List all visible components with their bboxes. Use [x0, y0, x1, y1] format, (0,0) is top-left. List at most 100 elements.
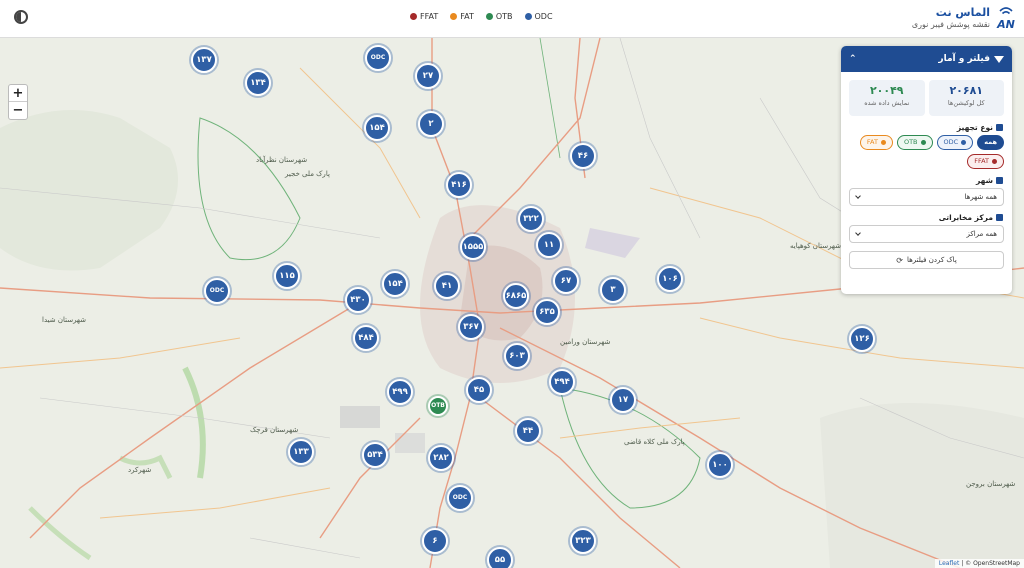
- cluster-marker[interactable]: ۴۵: [466, 377, 492, 403]
- stat-total: ۲۰۶۸۱ کل لوکیشن‌ها: [928, 80, 1004, 116]
- cluster-marker[interactable]: ۶۷: [553, 268, 579, 294]
- chip-fat[interactable]: FAT: [859, 135, 893, 150]
- cluster-marker[interactable]: ۴۱۶: [446, 172, 472, 198]
- filter-panel-title: فیلتر و آمار: [938, 54, 990, 64]
- chip-all[interactable]: همه: [977, 135, 1004, 150]
- chip-odc-label: ODC: [943, 138, 959, 146]
- cluster-marker[interactable]: ۱۰۰: [707, 452, 733, 478]
- leaflet-link[interactable]: Leaflet: [939, 560, 959, 567]
- center-title: مرکز مخابراتی: [841, 206, 1012, 225]
- cluster-marker[interactable]: ۶: [422, 528, 448, 554]
- otb-marker[interactable]: OTB: [428, 396, 448, 416]
- cluster-marker[interactable]: ۴۳۰: [345, 287, 371, 313]
- legend-odc-dot: [524, 13, 532, 20]
- osm-attribution: | © OpenStreetMap: [961, 560, 1020, 567]
- cluster-marker[interactable]: ۴۱: [434, 273, 460, 299]
- chip-ffat-label: FFAT: [974, 157, 989, 165]
- cluster-marker[interactable]: ۲۸۲: [428, 445, 454, 471]
- tower-icon: [996, 214, 1003, 221]
- cluster-marker[interactable]: ۱۳۳: [288, 439, 314, 465]
- place-label: شهرستان بروجن: [966, 480, 1016, 488]
- cluster-marker[interactable]: ۵۵: [487, 547, 513, 568]
- place-label: شهرستان نظرآباد: [256, 156, 308, 164]
- tag-icon: [996, 124, 1003, 131]
- logo-icon: AN: [994, 4, 1018, 32]
- chip-otb-label: OTB: [903, 138, 918, 146]
- legend-fat: FAT: [450, 12, 474, 21]
- stat-shown: ۲۰۰۴۹ نمایش داده شده: [849, 80, 925, 116]
- cluster-marker[interactable]: ۴۶: [570, 143, 596, 169]
- cluster-marker[interactable]: ۱۲۶: [849, 326, 875, 352]
- cluster-marker[interactable]: ۴۸۴: [353, 325, 379, 351]
- chevron-down-icon: [855, 193, 861, 199]
- cluster-marker[interactable]: ۶۸۶۵: [503, 283, 529, 309]
- city-select[interactable]: همه شهرها: [849, 188, 1004, 206]
- cluster-marker[interactable]: ۲۷: [415, 63, 441, 89]
- cluster-marker[interactable]: ۲: [418, 111, 444, 137]
- cluster-marker[interactable]: ۴۹۴: [549, 369, 575, 395]
- app-name: الماس نت: [935, 6, 990, 19]
- chip-odc-dot: [961, 140, 967, 145]
- cluster-marker[interactable]: ۱۱۵: [274, 263, 300, 289]
- clear-filters-label: پاک کردن فیلترها: [906, 256, 957, 264]
- cluster-marker[interactable]: ۳: [600, 277, 626, 303]
- city-select-value: همه شهرها: [964, 193, 998, 201]
- cluster-marker[interactable]: ۱۵۴: [364, 115, 390, 141]
- chip-odc[interactable]: ODC: [936, 135, 974, 150]
- city-title: شهر: [841, 169, 1012, 188]
- map-attribution: Leaflet | © OpenStreetMap: [934, 559, 1024, 568]
- brand: الماس نت نقشه پوشش فیبر نوری AN: [912, 4, 1018, 32]
- stats-row: ۲۰۶۸۱ کل لوکیشن‌ها ۲۰۰۴۹ نمایش داده شده: [841, 72, 1012, 116]
- legend-otb-label: OTB: [495, 12, 513, 21]
- zoom-control: + −: [8, 84, 28, 120]
- cluster-marker[interactable]: ۴۴: [515, 418, 541, 444]
- chip-ffat-dot: [992, 159, 997, 164]
- cluster-marker[interactable]: ۱۳۷: [191, 47, 217, 73]
- cluster-marker[interactable]: ۱۱: [536, 232, 562, 258]
- equipment-title: نوع تجهیز: [841, 116, 1012, 135]
- cluster-marker[interactable]: ۳۲۳: [570, 528, 596, 554]
- cluster-marker[interactable]: ۶۰۳: [504, 343, 530, 369]
- place-label: شهرکرد: [128, 466, 152, 474]
- cluster-marker[interactable]: ۱۳۴: [245, 70, 271, 96]
- clear-filters-button[interactable]: پاک کردن فیلترها ⟳: [849, 251, 1004, 269]
- cluster-marker[interactable]: ۴۹۹: [387, 379, 413, 405]
- place-label: شهرستان شیدا: [42, 316, 87, 324]
- chip-otb-dot: [920, 140, 926, 145]
- cluster-marker[interactable]: ۱۵۵۵: [460, 234, 486, 260]
- odc-marker[interactable]: ODC: [447, 485, 473, 511]
- building-icon: [996, 177, 1003, 184]
- collapse-chevron-icon[interactable]: ⌃: [849, 54, 857, 64]
- legend-otb: OTB: [485, 12, 513, 21]
- cluster-marker[interactable]: ۳۲۲: [518, 206, 544, 232]
- center-title-text: مرکز مخابراتی: [938, 213, 993, 222]
- legend-ffat-label: FFAT: [420, 12, 439, 21]
- theme-toggle-icon[interactable]: [14, 10, 28, 24]
- cluster-marker[interactable]: ۱۷: [610, 387, 636, 413]
- legend-ffat: FFAT: [410, 12, 438, 21]
- odc-marker[interactable]: ODC: [365, 45, 391, 71]
- legend-fat-label: FAT: [460, 12, 474, 21]
- legend-odc-label: ODC: [534, 12, 553, 21]
- cluster-marker[interactable]: ۶۳۵: [534, 299, 560, 325]
- center-select-value: همه مراکز: [966, 230, 997, 238]
- legend-ffat-dot: [410, 13, 417, 20]
- app-subtitle: نقشه پوشش فیبر نوری: [911, 20, 990, 29]
- filter-panel-header[interactable]: فیلتر و آمار ⌃: [841, 46, 1012, 72]
- equipment-chips: همه ODC OTB FAT FFAT: [841, 135, 1012, 169]
- map-legend: FFAT FAT OTB ODC: [410, 12, 553, 21]
- zoom-out-button[interactable]: −: [9, 102, 27, 119]
- cluster-marker[interactable]: ۳۶۷: [458, 314, 484, 340]
- zoom-in-button[interactable]: +: [9, 85, 27, 102]
- chip-ffat[interactable]: FFAT: [967, 154, 1004, 169]
- odc-marker[interactable]: ODC: [204, 278, 230, 304]
- stat-shown-value: ۲۰۰۴۹: [869, 84, 904, 97]
- cluster-marker[interactable]: ۵۳۴: [362, 442, 388, 468]
- app-header: FFAT FAT OTB ODC الماس نت نقشه پوشش فیبر…: [0, 0, 1024, 38]
- refresh-icon: ⟳: [896, 255, 903, 265]
- legend-otb-dot: [485, 13, 493, 20]
- cluster-marker[interactable]: ۱۰۶: [657, 266, 683, 292]
- center-select[interactable]: همه مراکز: [849, 225, 1004, 243]
- cluster-marker[interactable]: ۱۵۴: [382, 271, 408, 297]
- chip-otb[interactable]: OTB: [896, 135, 933, 150]
